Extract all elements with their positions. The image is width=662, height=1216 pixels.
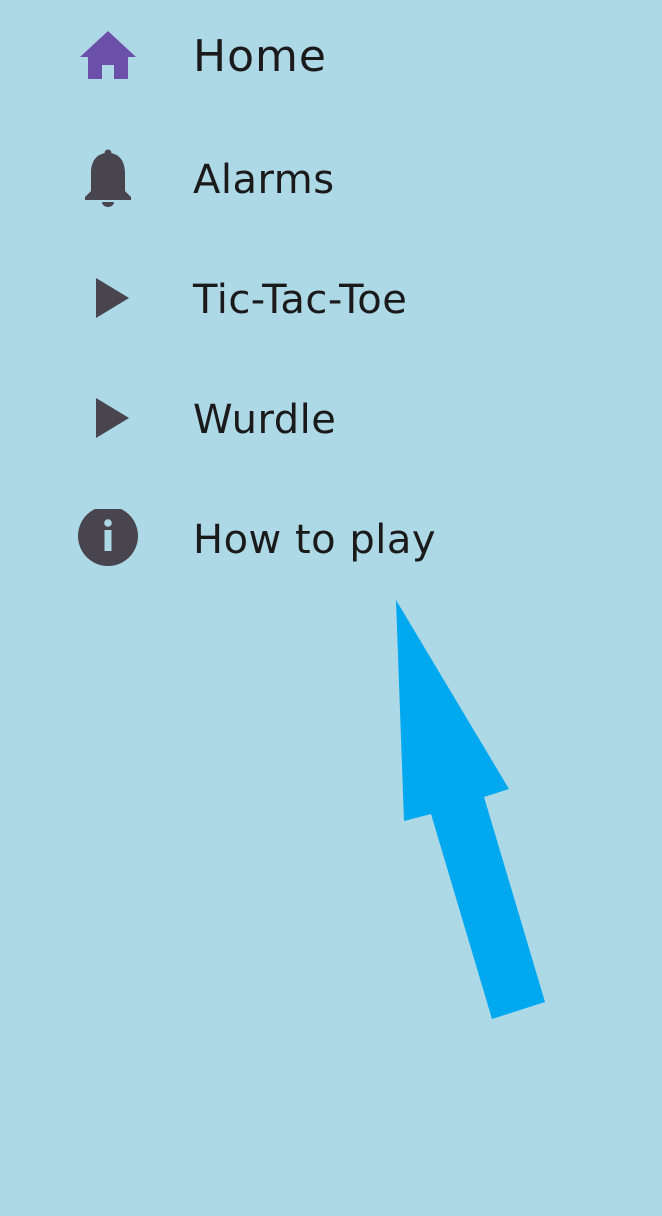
- nav-item-tic-tac-toe[interactable]: Tic-Tac-Toe: [0, 240, 662, 360]
- nav-item-wurdle[interactable]: Wurdle: [0, 360, 662, 480]
- nav-item-alarms[interactable]: Alarms: [0, 120, 662, 240]
- nav-item-home[interactable]: Home: [0, 0, 662, 120]
- nav-item-label: Alarms: [193, 157, 335, 203]
- home-icon: [80, 31, 136, 79]
- play-arrow-icon: [96, 398, 129, 438]
- navigation-drawer: Home Alarms Tic-Tac-Toe Wurdle How to pl…: [0, 0, 662, 1216]
- bell-icon: [85, 149, 131, 207]
- nav-item-label: Tic-Tac-Toe: [193, 277, 408, 323]
- nav-item-label: How to play: [193, 517, 437, 563]
- info-icon: [78, 509, 138, 566]
- nav-item-label: Wurdle: [193, 397, 337, 443]
- nav-item-how-to-play[interactable]: How to play: [0, 480, 662, 600]
- nav-item-label: Home: [193, 31, 327, 82]
- play-arrow-icon: [96, 278, 129, 318]
